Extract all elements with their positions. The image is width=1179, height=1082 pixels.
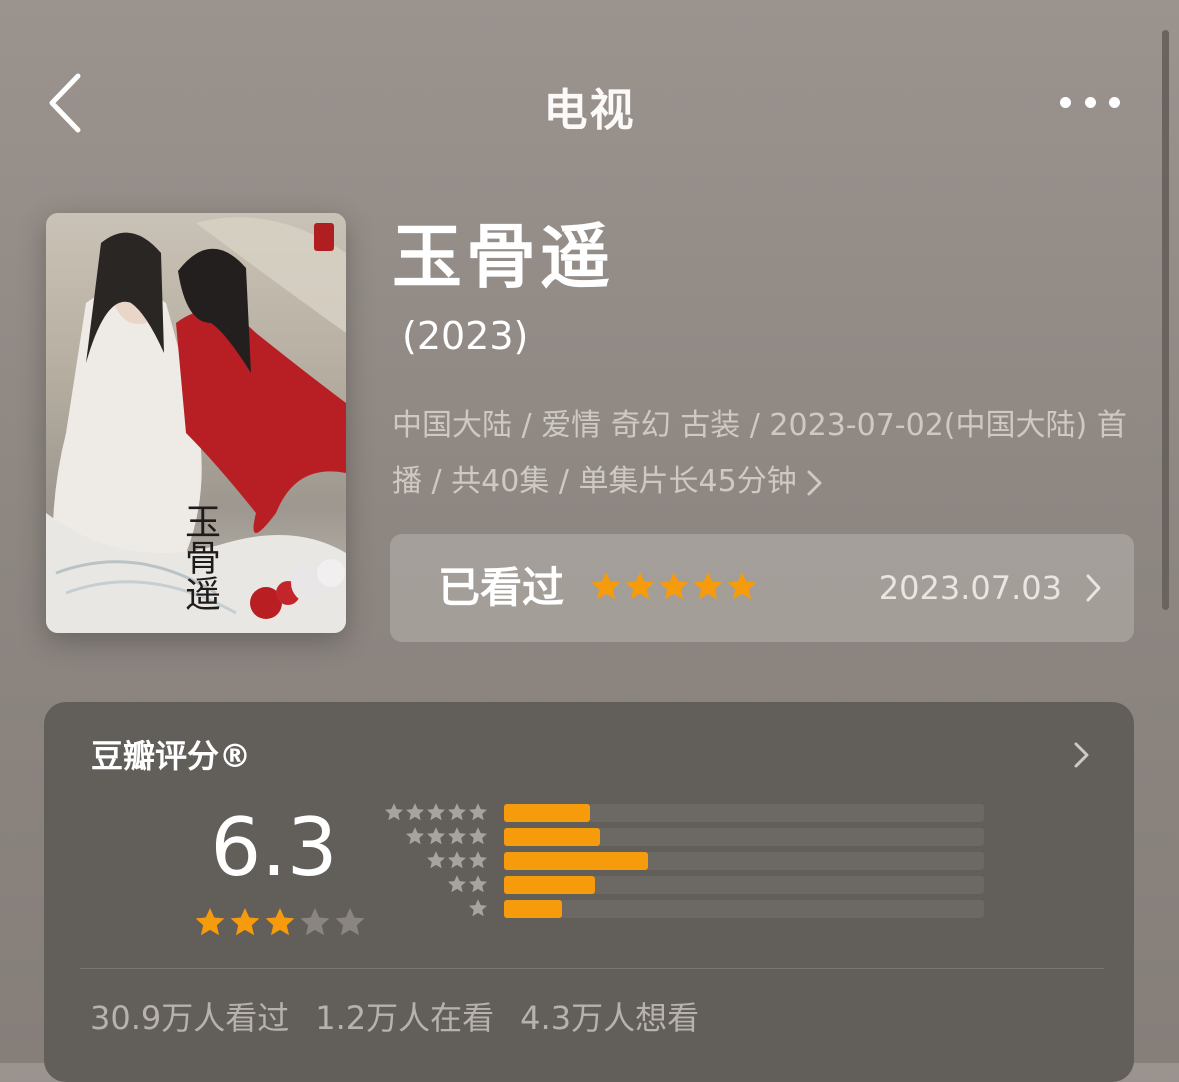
show-meta[interactable]: 中国大陆 / 爱情 奇幻 古装 / 2023-07-02(中国大陆) 首播 / … [392, 398, 1132, 510]
distribution-bar [504, 876, 596, 894]
distribution-track [504, 828, 984, 846]
show-title: 玉骨遥 [392, 216, 614, 298]
more-dot-icon [1109, 96, 1120, 108]
star-icon [591, 572, 621, 600]
rating-score: 6.3 [210, 801, 338, 894]
distribution-stars [426, 850, 488, 870]
distribution-bar [504, 852, 648, 870]
star-icon [427, 827, 445, 845]
show-meta-text: 中国大陆 / 爱情 奇幻 古装 / 2023-07-02(中国大陆) 首播 / … [392, 408, 1127, 499]
show-year: (2023) [402, 314, 529, 358]
star-icon [427, 851, 445, 869]
distribution-stars [468, 898, 488, 918]
audience-count[interactable]: 1.2万人在看 [315, 999, 494, 1037]
distribution-row [384, 802, 984, 822]
chevron-right-icon [1086, 574, 1101, 602]
star-icon [406, 827, 424, 845]
distribution-row [384, 898, 984, 918]
star-icon [448, 827, 466, 845]
star-icon [385, 803, 403, 821]
star-icon [448, 803, 466, 821]
audience-counts: 30.9万人看过 1.2万人在看 4.3万人想看 [90, 996, 725, 1040]
user-rating-stars [590, 570, 758, 602]
rating-title[interactable]: 豆瓣评分® [91, 736, 251, 776]
distribution-bar [504, 828, 600, 846]
star-icon [300, 908, 330, 936]
poster-image[interactable]: 玉骨遥 [46, 213, 346, 633]
star-icon [469, 875, 487, 893]
watched-date: 2023.07.03 [878, 569, 1062, 607]
star-icon [469, 803, 487, 821]
distribution-track [504, 852, 984, 870]
more-dot-icon [1084, 96, 1096, 108]
distribution-track [504, 876, 984, 894]
distribution-bar [504, 804, 591, 822]
star-icon [469, 899, 487, 917]
distribution-row [384, 874, 984, 894]
star-icon [427, 803, 445, 821]
audience-count[interactable]: 4.3万人想看 [520, 999, 699, 1037]
divider [80, 968, 1104, 969]
star-icon [693, 572, 723, 600]
star-icon [448, 875, 466, 893]
poster-calligraphy: 玉骨遥 [179, 503, 220, 611]
score-stars [194, 906, 366, 938]
star-icon [469, 827, 487, 845]
star-icon [335, 908, 365, 936]
star-icon [406, 803, 424, 821]
star-icon [265, 908, 295, 936]
distribution-row [384, 850, 984, 870]
chevron-left-icon [49, 73, 81, 133]
scrollbar[interactable] [1162, 30, 1169, 610]
rating-card: 豆瓣评分® 6.3 30.9万人看过 1.2万人在看 4.3万人想看 [44, 702, 1134, 1082]
star-icon [659, 572, 689, 600]
back-button[interactable] [40, 70, 90, 136]
star-icon [727, 572, 757, 600]
distribution-stars [384, 802, 488, 822]
distribution-stars [447, 874, 488, 894]
audience-count[interactable]: 30.9万人看过 [90, 999, 289, 1037]
page-title: 电视 [543, 85, 636, 136]
distribution-track [504, 900, 984, 918]
more-dot-icon [1060, 96, 1071, 108]
star-icon [448, 851, 466, 869]
star-icon [625, 572, 655, 600]
watched-card[interactable]: 已看过 2023.07.03 [390, 534, 1134, 642]
star-icon [195, 908, 225, 936]
distribution-track [504, 804, 984, 822]
chevron-right-icon [807, 470, 822, 495]
distribution-stars [405, 826, 488, 846]
distribution-bar [504, 900, 562, 918]
chevron-right-icon[interactable] [1072, 740, 1090, 770]
star-icon [230, 908, 260, 936]
more-button[interactable] [1050, 84, 1130, 120]
distribution-row [384, 826, 984, 846]
star-icon [469, 851, 487, 869]
watched-label: 已看过 [438, 563, 565, 612]
